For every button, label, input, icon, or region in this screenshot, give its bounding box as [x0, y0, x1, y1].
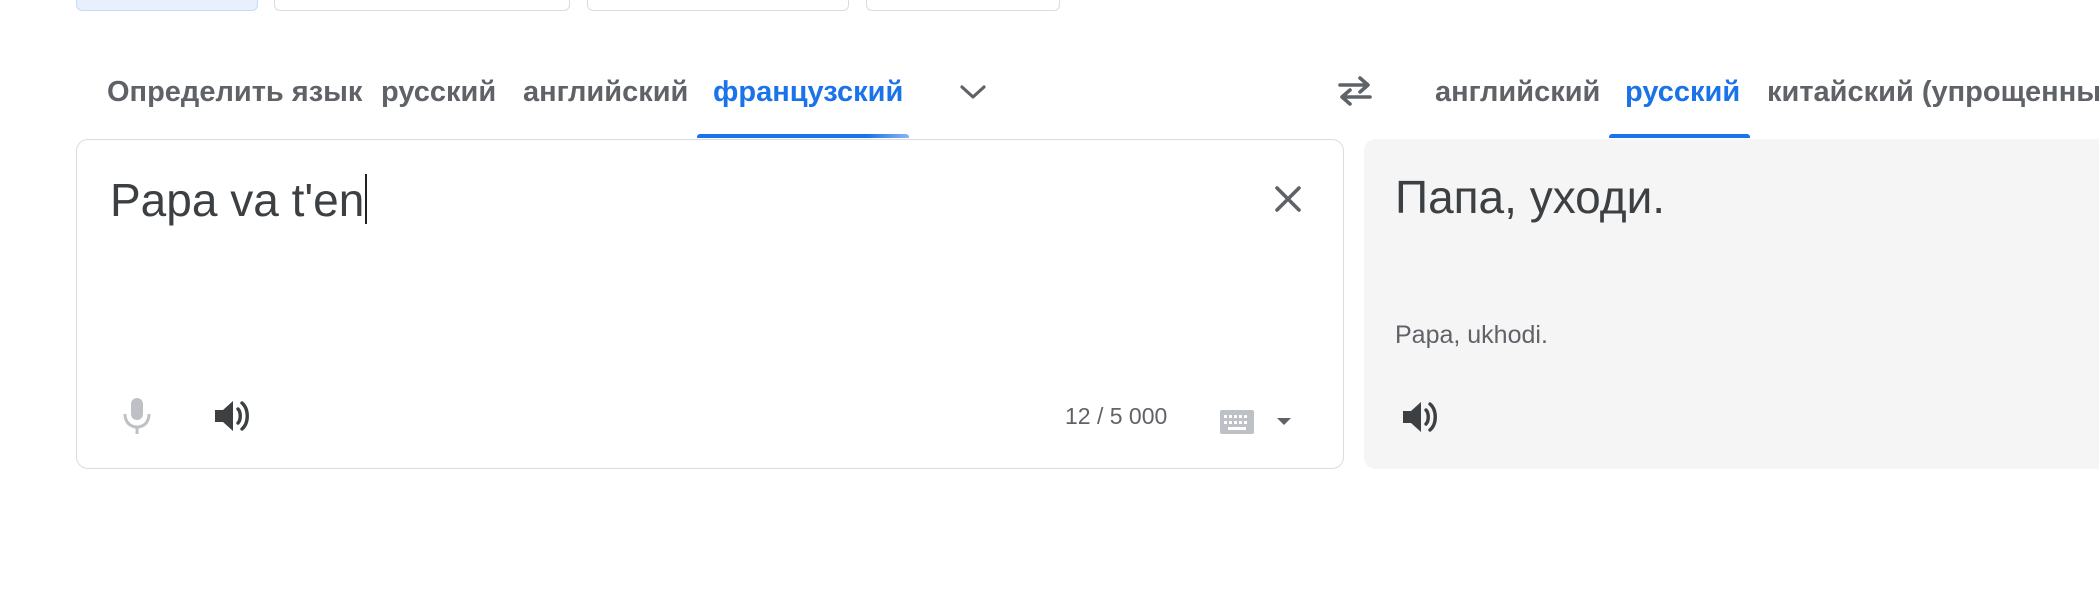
source-lang-russian[interactable]: русский: [381, 72, 496, 112]
keyboard-dropdown-button[interactable]: [1269, 410, 1299, 434]
target-lang-selected-indicator: [1609, 134, 1750, 138]
close-icon: [1275, 186, 1301, 212]
voice-input-button[interactable]: [109, 388, 165, 444]
target-panel: Папа, уходи. Papa, ukhodi.: [1364, 139, 2099, 469]
clear-source-button[interactable]: [1261, 172, 1315, 226]
speaker-icon: [215, 401, 249, 431]
source-panel: Papa va t'en 12 / 5 000: [76, 139, 1344, 469]
source-lang-selected-indicator: [697, 134, 909, 138]
listen-source-button[interactable]: [204, 388, 260, 444]
source-text-input[interactable]: Papa va t'en: [110, 170, 368, 230]
source-text-value: Papa va t'en: [110, 174, 365, 226]
keyboard-icon: [1220, 410, 1254, 434]
character-count: 12 / 5 000: [1065, 403, 1168, 429]
microphone-icon: [123, 398, 151, 434]
source-lang-english[interactable]: английский: [523, 72, 688, 112]
target-lang-chinese[interactable]: китайский (упрощенный: [1767, 72, 2099, 112]
top-chip-2[interactable]: [274, 0, 570, 11]
text-caret: [365, 174, 368, 224]
top-chip-4[interactable]: [866, 0, 1060, 11]
listen-translation-button[interactable]: [1392, 389, 1448, 445]
translation-output: Папа, уходи.: [1395, 171, 1666, 223]
speaker-icon: [1403, 402, 1437, 432]
top-chip-1[interactable]: [76, 0, 258, 11]
caret-down-icon: [1277, 418, 1291, 425]
swap-languages-button[interactable]: [1330, 68, 1380, 114]
top-chip-3[interactable]: [587, 0, 849, 11]
source-lang-detect[interactable]: Определить язык: [107, 72, 362, 112]
source-lang-french[interactable]: французский: [713, 72, 903, 112]
swap-arrows-icon: [1338, 76, 1372, 106]
target-lang-english[interactable]: английский: [1435, 72, 1600, 112]
transliteration: Papa, ukhodi.: [1395, 321, 1548, 349]
keyboard-button[interactable]: [1217, 406, 1257, 438]
chevron-down-icon: [960, 85, 986, 99]
more-source-languages-button[interactable]: [950, 72, 996, 112]
target-lang-russian[interactable]: русский: [1625, 72, 1740, 112]
